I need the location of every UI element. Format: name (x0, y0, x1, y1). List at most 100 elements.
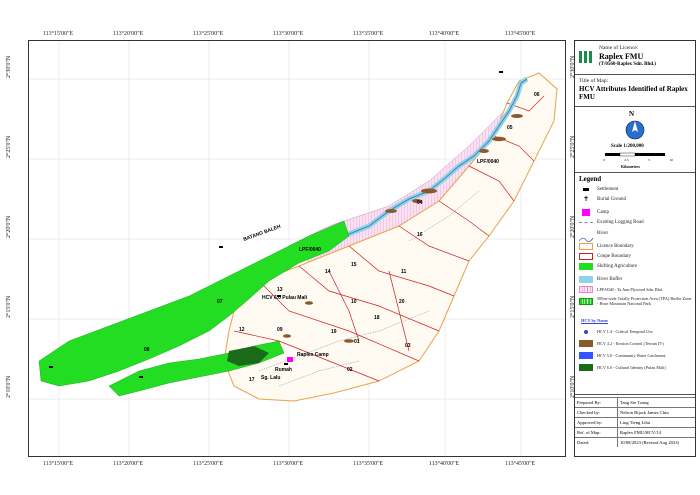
coupe-label-16: 16 (417, 232, 423, 238)
legend-label: Camp (597, 210, 609, 215)
legend-item-river: River (578, 229, 695, 242)
info-key: Prepared By: (575, 398, 618, 407)
map-label-camp: Raplex Camp (297, 352, 329, 358)
burial-icon: ✝ (583, 195, 589, 203)
legend-label: HCV 1.4 - Critical Temporal Use (597, 329, 653, 334)
legend-item-hcv14: HCV 1.4 - Critical Temporal Use (579, 327, 695, 336)
map-label-place-1: HCV 6.0 Pulau Mali (262, 295, 308, 301)
legend-item-settlement: Settlement (579, 185, 695, 194)
info-value: Ling Tieng Lihu (620, 420, 651, 425)
info-row-approved: Approved by: Ling Tieng Lihu (575, 417, 695, 427)
info-value: 10/08/2023 (Revised Aug 2023) (620, 440, 680, 445)
legend-label: HCV 4.2 - Erosion Control (Terrain IV) (597, 341, 664, 346)
map-canvas[interactable]: LPF/0040 LPF/0040 BATANG BALEH 06 05 04 … (28, 40, 566, 457)
map-label-lpf-2: LPF/0040 (477, 159, 499, 165)
hcv-heading: HCV by Name (581, 318, 608, 323)
tpa-icon (579, 298, 593, 305)
info-value: Raplex FMU/HCV/14 (620, 430, 661, 435)
coord-bottom-6: 113°40'00"E (428, 461, 460, 467)
scale-ticks: 0 2.5 5 10 (603, 158, 673, 162)
river-icon (578, 230, 594, 242)
coord-bottom-5: 113°35'00"E (352, 461, 384, 467)
legend-label: LPF/0040 - Ta Ann Plywood Sdn. Bhd. (597, 287, 663, 292)
coupe-label-17: 17 (249, 377, 255, 383)
coupe-label-08: 08 (144, 347, 150, 353)
licence-section: Name of Licence: Raplex FMU (T/0560-Rapl… (575, 41, 695, 75)
river-buffer-icon (579, 276, 593, 283)
map-label-lpf-1: LPF/0040 (299, 247, 321, 253)
coord-top-6: 113°40'00"E (428, 31, 460, 37)
title-heading: Title of Map: (579, 78, 609, 84)
legend-label: Shifting Agriculture (597, 264, 638, 269)
legend-heading: Legend (579, 175, 602, 183)
coord-top-7: 113°45'00"E (504, 31, 536, 37)
coord-top-1: 113°15'00"E (42, 31, 74, 37)
info-row-dated: Dated: 10/08/2023 (Revised Aug 2023) (575, 437, 695, 447)
coord-top-5: 113°35'00"E (352, 31, 384, 37)
info-key: Approved by: (575, 418, 618, 427)
agriculture-icon (579, 263, 593, 270)
hcv42-icon (579, 340, 593, 347)
licence-heading: Name of Licence: (599, 45, 639, 51)
company-logo-icon (579, 51, 592, 63)
info-row-prepared: Prepared By: Tang Sie Tzang (575, 397, 695, 407)
legend-label: Existing Logging Road (597, 220, 644, 225)
legend-item-road: Existing Logging Road (579, 218, 695, 227)
legend-label: HCV 6.0 - Cultural Identity (Pulau Mali) (597, 365, 666, 370)
legend-item-licence-boundary: Licence Boundary (579, 242, 695, 251)
map-label-place-3: Sg. Lalu (261, 375, 280, 381)
legend-item-agriculture: Shifting Agriculture (579, 262, 695, 271)
north-arrow-icon (625, 120, 645, 140)
legend-item-camp: Camp (579, 208, 695, 217)
legend-item-hcv50: HCV 5.0 - Community Water Catchment (579, 351, 695, 360)
legend-label: HCV 5.0 - Community Water Catchment (597, 353, 666, 358)
coupe-label-11: 11 (401, 269, 407, 275)
north-letter: N (629, 110, 635, 118)
info-key: Checked by: (575, 408, 618, 417)
map-label-place-2: Rumah (275, 367, 292, 373)
title-section: Title of Map: HCV Attributes Identified … (575, 75, 695, 107)
coupe-label-07: 07 (217, 299, 223, 305)
coupe-label-05: 05 (507, 125, 513, 131)
coupe-label-09: 09 (277, 327, 283, 333)
legend-item-hcv42: HCV 4.2 - Erosion Control (Terrain IV) (579, 339, 695, 348)
coord-bottom-3: 113°25'00"E (192, 461, 224, 467)
camp-marker[interactable] (287, 357, 293, 362)
licence-code: (T/0560-Raplex Sdn. Bhd.) (599, 62, 656, 67)
map-info-panel: Name of Licence: Raplex FMU (T/0560-Rapl… (574, 40, 696, 457)
hcv14-icon (579, 328, 593, 335)
road-icon (579, 219, 593, 226)
info-value: Nelson Bijack James Chin (620, 410, 669, 415)
legend-label: River (597, 231, 609, 236)
scale-tick: 5 (648, 158, 650, 162)
map-svg: LPF/0040 LPF/0040 BATANG BALEH 06 05 04 … (29, 41, 565, 456)
legend-label: Licence Boundary (597, 244, 634, 249)
coord-left-5: 2°10'0"N (6, 375, 12, 398)
legend-item-hcv60: HCV 6.0 - Cultural Identity (Pulau Mali) (579, 363, 695, 372)
legend-label: Burial Ground (597, 197, 627, 202)
coupe-label-12: 12 (239, 327, 245, 333)
coupe-label-04: 04 (417, 200, 423, 206)
legend-item-lpf: LPF/0040 - Ta Ann Plywood Sdn. Bhd. (579, 285, 695, 294)
info-value: Tang Sie Tzang (620, 400, 649, 405)
coupe-label-13: 13 (277, 287, 283, 293)
coord-bottom-4: 113°30'00"E (272, 461, 304, 467)
coupe-label-03: 03 (405, 343, 411, 349)
coord-top-3: 113°25'00"E (192, 31, 224, 37)
scale-tick: 10 (669, 158, 673, 162)
coupe-label-02: 02 (347, 367, 353, 373)
coupe-label-14: 14 (325, 269, 331, 275)
coupe-label-06: 06 (534, 92, 540, 98)
camp-icon (579, 209, 593, 216)
info-key: Ref. of Map: (575, 428, 618, 437)
coord-left-3: 2°20'0"N (6, 215, 12, 238)
map-label-river: BATANG BALEH (243, 224, 282, 243)
info-key: Dated: (575, 438, 618, 447)
coupe-label-10: 10 (351, 299, 357, 305)
coupe-label-19: 19 (331, 329, 337, 335)
coupe-label-01: 01 (354, 339, 360, 345)
coord-top-4: 113°30'00"E (272, 31, 304, 37)
coord-top-2: 113°20'00"E (112, 31, 144, 37)
coord-bottom-1: 113°15'00"E (42, 461, 74, 467)
licence-boundary-icon (579, 243, 593, 250)
